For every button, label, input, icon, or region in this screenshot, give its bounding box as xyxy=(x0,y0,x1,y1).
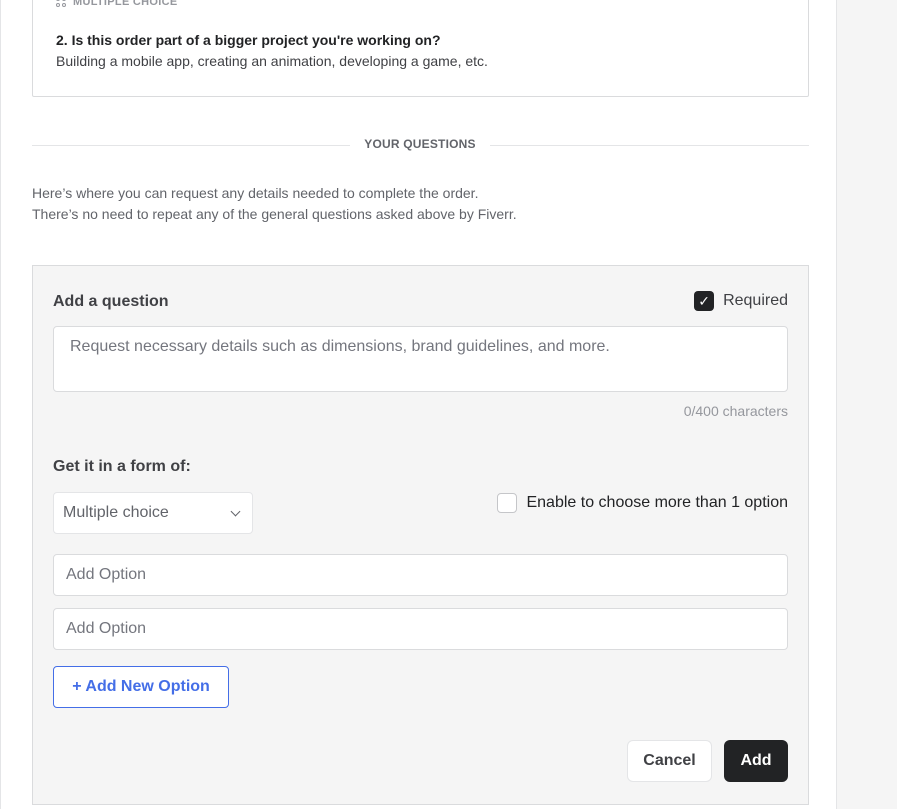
add-question-panel: Add a question ✓ Required 0/400 characte… xyxy=(32,265,809,805)
previous-question-card[interactable]: Multiple choice 2. Is this order part of… xyxy=(32,0,809,97)
multiple-choice-icon xyxy=(56,0,66,7)
question-type-text: Multiple choice xyxy=(73,0,178,8)
intro-line-1: Here’s where you can request any details… xyxy=(32,185,479,201)
divider-left xyxy=(32,145,350,146)
previous-question-title: 2. Is this order part of a bigger projec… xyxy=(56,32,441,48)
checkbox-checked-icon[interactable]: ✓ xyxy=(694,291,715,311)
character-counter: 0/400 characters xyxy=(683,403,788,419)
section-title: YOUR QUESTIONS xyxy=(364,137,476,151)
answer-type-value: Multiple choice xyxy=(63,504,169,521)
question-type-label: Multiple choice xyxy=(56,0,178,8)
multi-select-label: Enable to choose more than 1 option xyxy=(526,494,788,511)
divider-right xyxy=(490,145,809,146)
add-question-heading: Add a question xyxy=(53,293,169,310)
multi-select-toggle[interactable]: Enable to choose more than 1 option xyxy=(497,493,788,513)
section-intro: Here’s where you can request any details… xyxy=(32,183,517,225)
page-content: Multiple choice 2. Is this order part of… xyxy=(0,0,837,809)
cancel-button[interactable]: Cancel xyxy=(627,740,712,782)
intro-line-2: There’s no need to repeat any of the gen… xyxy=(32,206,517,222)
answer-type-select[interactable]: Multiple choice xyxy=(53,492,253,534)
previous-question-description: Building a mobile app, creating an anima… xyxy=(56,53,488,69)
option-input-2[interactable] xyxy=(53,608,788,650)
question-textarea[interactable] xyxy=(53,326,788,392)
chevron-down-icon xyxy=(230,506,241,516)
add-new-option-button[interactable]: + Add New Option xyxy=(53,666,229,708)
option-input-1[interactable] xyxy=(53,554,788,596)
required-label: Required xyxy=(723,292,788,309)
checkbox-unchecked-icon[interactable] xyxy=(497,493,518,513)
required-toggle[interactable]: ✓ Required xyxy=(694,291,788,311)
add-button[interactable]: Add xyxy=(724,740,788,782)
answer-form-label: Get it in a form of: xyxy=(53,458,191,475)
